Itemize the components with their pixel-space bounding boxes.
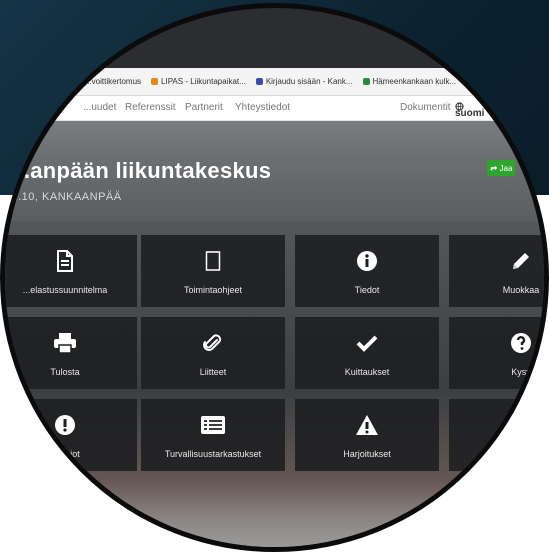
tile-label: ...omiot bbox=[50, 449, 80, 459]
tile-label: Kysy bbox=[511, 367, 531, 377]
page-subtitle: ...10, KANKAANPÄÄ bbox=[11, 191, 122, 203]
tile-tiedot[interactable]: Tiedot bbox=[295, 235, 439, 307]
tile-pelastussuunnitelma[interactable]: ...elastussuunnitelma bbox=[5, 235, 137, 307]
document-icon bbox=[5, 249, 137, 273]
bookmark-favicon-icon bbox=[255, 78, 263, 85]
magnifier-lens: ...voittikertomus LIPAS - Liikuntapaikat… bbox=[0, 3, 549, 552]
tile-harjoitukset[interactable]: Harjoitukset bbox=[295, 399, 439, 471]
nav-item-dokumentit[interactable]: Dokumentit bbox=[400, 102, 451, 113]
tile-label: Liitteet bbox=[199, 367, 227, 377]
tile-huomiot[interactable]: ...omiot bbox=[5, 399, 137, 471]
tile-label: Harjoitukset bbox=[343, 449, 391, 459]
tile-label: ...elastussuunnitelma bbox=[22, 285, 108, 295]
tile-liitteet[interactable]: Liitteet bbox=[141, 317, 285, 389]
bookmark-label: LIPAS - Liikuntapaikat... bbox=[161, 77, 246, 86]
nav-item-referenssit[interactable]: Referenssit bbox=[125, 102, 176, 113]
bookmark-item[interactable]: ...voittikertomus bbox=[75, 77, 141, 86]
share-button[interactable]: Jaa bbox=[487, 160, 515, 176]
bookmark-favicon-icon bbox=[466, 78, 474, 85]
bookmark-item[interactable]: Kirjaudu sisään - Kank... bbox=[255, 77, 353, 86]
bookmarks-bar: ...voittikertomus LIPAS - Liikuntapaikat… bbox=[5, 68, 544, 96]
bookmark-label: Enkora asiakas bbox=[476, 77, 531, 86]
tile-label: Väestönsr... bbox=[497, 449, 545, 459]
notepad-icon bbox=[141, 249, 285, 273]
tile-label: Tiedot bbox=[354, 285, 380, 295]
tile-toimintaohjeet[interactable]: Toimintaohjeet bbox=[141, 235, 285, 307]
tile-kuittaukset[interactable]: Kuittaukset bbox=[295, 317, 439, 389]
tile-label: Tulosta bbox=[50, 367, 80, 377]
question-icon bbox=[449, 331, 544, 355]
nav-item-partnerit[interactable]: Partnerit bbox=[185, 102, 223, 113]
bookmark-label: Hämeenkankaan kulk... bbox=[372, 77, 457, 86]
shelter-icon bbox=[449, 413, 544, 437]
page-title: ...anpään liikuntakeskus bbox=[11, 158, 272, 183]
nav-item-yhteystiedot[interactable]: Yhteystiedot bbox=[235, 102, 290, 113]
site-nav: ...uudet Referenssit Partnerit Yhteystie… bbox=[5, 96, 544, 121]
share-icon bbox=[490, 165, 497, 171]
tile-turvallisuustarkastukset[interactable]: Turvallisuustarkastukset bbox=[141, 399, 285, 471]
tile-label: Kuittaukset bbox=[344, 367, 390, 377]
tile-label: Turvallisuustarkastukset bbox=[164, 449, 262, 459]
bookmark-item[interactable]: LIPAS - Liikuntapaikat... bbox=[151, 77, 246, 86]
pencil-icon bbox=[449, 249, 544, 273]
paperclip-icon bbox=[141, 331, 285, 355]
share-label: Jaa bbox=[499, 163, 513, 173]
nav-item-uudet[interactable]: ...uudet bbox=[83, 102, 116, 113]
printer-icon bbox=[5, 331, 137, 355]
bookmark-item[interactable]: Hämeenkankaan kulk... bbox=[362, 77, 457, 86]
language-selector[interactable]: suomi bbox=[455, 102, 484, 119]
language-label: suomi bbox=[455, 108, 485, 119]
tile-label: Muokkaa bbox=[502, 285, 540, 295]
alert-circle-icon bbox=[5, 413, 137, 437]
tile-kysy[interactable]: Kysy bbox=[449, 317, 544, 389]
bookmark-favicon-icon bbox=[151, 78, 159, 85]
info-icon bbox=[295, 249, 439, 273]
list-icon bbox=[141, 413, 285, 437]
bookmark-item[interactable]: Enkora asiakas bbox=[466, 77, 531, 86]
tile-tulosta[interactable]: Tulosta bbox=[5, 317, 137, 389]
bookmark-label: Kirjaudu sisään - Kank... bbox=[265, 77, 353, 86]
blurred-footer bbox=[5, 478, 544, 547]
bookmark-favicon-icon bbox=[362, 78, 370, 85]
bookmark-label: ...voittikertomus bbox=[85, 77, 142, 86]
bookmark-favicon-icon bbox=[75, 78, 82, 85]
tile-muokkaa[interactable]: Muokkaa bbox=[449, 235, 544, 307]
warning-icon bbox=[295, 413, 439, 437]
checkmark-icon bbox=[295, 331, 439, 355]
tile-vaestonsuoja[interactable]: Väestönsr... bbox=[449, 399, 545, 471]
tile-label: Toimintaohjeet bbox=[183, 285, 243, 295]
